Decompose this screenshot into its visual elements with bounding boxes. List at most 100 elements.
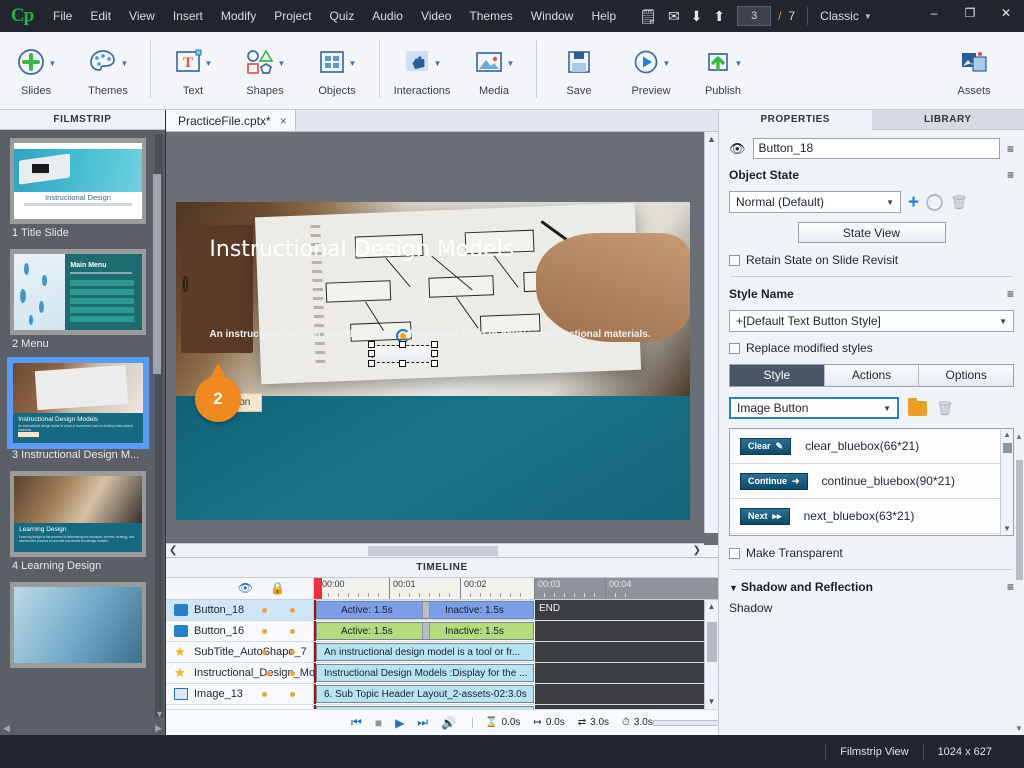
filmstrip-slide-5[interactable]: [10, 582, 155, 668]
table-row[interactable]: Button_16 Active: 1.5s Inactive: 1.5s: [166, 621, 704, 642]
visibility-dot-icon[interactable]: [262, 650, 267, 655]
menu-window[interactable]: Window: [522, 0, 583, 32]
slide-thumbnail[interactable]: Main Menu: [10, 249, 146, 335]
table-row[interactable]: Button_18 Active: 1.5s Inactive: 1.5s EN…: [166, 600, 704, 621]
notes-icon[interactable]: 🗒: [639, 9, 657, 23]
table-row[interactable]: ★ SubTitle_AutoShape_7 An instructional …: [166, 642, 704, 663]
scrollbar-thumb[interactable]: [1016, 460, 1023, 580]
image-button-asset-list[interactable]: Clear ✎ clear_bluebox(66*21) Continue ➜ …: [729, 428, 1014, 536]
chevron-down-icon[interactable]: ▼: [507, 59, 515, 68]
slide-thumbnail[interactable]: Learning Design Learning design is the p…: [10, 471, 146, 557]
visibility-dot-icon[interactable]: [262, 692, 267, 697]
ribbon-button-text[interactable]: T ▼ Text: [157, 36, 229, 97]
lock-dot-icon[interactable]: [290, 629, 295, 634]
document-tab[interactable]: PracticeFile.cptx* ×: [166, 110, 296, 131]
resize-handle-n[interactable]: [399, 341, 406, 348]
menu-audio[interactable]: Audio: [363, 0, 412, 32]
track-lane[interactable]: Active: 1.5s Inactive: 1.5s: [314, 621, 704, 641]
visibility-dot-icon[interactable]: [262, 629, 267, 634]
slide-thumbnail[interactable]: [10, 582, 146, 668]
track-lane[interactable]: 6. Sub Topic Header Layout_2-assets-02:3…: [314, 684, 704, 704]
chevron-down-icon[interactable]: ▼: [121, 59, 129, 68]
track-lane[interactable]: Instructional Design Models :Display for…: [314, 663, 704, 683]
chevron-down-icon[interactable]: ▼: [434, 59, 442, 68]
chevron-down-icon[interactable]: ▼: [883, 404, 891, 413]
options-menu-icon[interactable]: ≡: [1007, 581, 1014, 593]
ribbon-button-interactions[interactable]: ▼ Interactions: [386, 36, 458, 97]
tab-library[interactable]: LIBRARY: [872, 110, 1024, 130]
filmstrip-slide-1[interactable]: Instructional Design 1 Title Slide: [10, 138, 155, 245]
table-row[interactable]: Image_13 6. Sub Topic Header Layout_2-as…: [166, 684, 704, 705]
scroll-up-icon[interactable]: ▲: [1001, 429, 1013, 441]
tab-actions[interactable]: Actions: [825, 365, 920, 386]
menu-help[interactable]: Help: [582, 0, 625, 32]
resize-handle-w[interactable]: [368, 350, 375, 357]
scrollbar-thumb[interactable]: [1003, 443, 1012, 453]
timeline-clip[interactable]: 6. Sub Topic Header Layout_2-assets-02:3…: [316, 685, 534, 703]
timeline-clip[interactable]: An instructional design model is a tool …: [316, 643, 534, 661]
timeline-vertical-scrollbar[interactable]: ▲ ▼: [704, 600, 718, 709]
options-menu-icon[interactable]: ≡: [1007, 143, 1014, 155]
timeline-clip[interactable]: Active: 1.5s Inactive: 1.5s: [316, 601, 534, 619]
scrollbar-thumb[interactable]: [707, 622, 717, 662]
canvas-horizontal-scrollbar[interactable]: ❮ ❯: [166, 543, 704, 557]
ribbon-button-themes[interactable]: ▼ Themes: [72, 36, 144, 97]
chevron-down-icon[interactable]: ▼: [729, 583, 738, 593]
slide-thumbnail[interactable]: Instructional Design: [10, 138, 146, 224]
lock-dot-icon[interactable]: [290, 650, 295, 655]
reset-state-icon[interactable]: [926, 194, 943, 211]
retain-state-checkbox[interactable]: [729, 255, 740, 266]
canvas-vertical-scrollbar[interactable]: ▲: [704, 132, 718, 533]
scrollbar-thumb[interactable]: [153, 174, 161, 374]
visibility-dot-icon[interactable]: [266, 671, 271, 676]
filmstrip-hscrollbar[interactable]: ◀ ▶: [0, 721, 165, 735]
track-lane[interactable]: An instructional design model is a tool …: [314, 642, 704, 662]
track-name-cell[interactable]: ★ Instructional_Design_Mo..: [166, 663, 314, 683]
chevron-down-icon[interactable]: ▼: [735, 59, 743, 68]
clip-split-handle[interactable]: [422, 602, 430, 618]
properties-scrollbar[interactable]: ▲ ▼: [1016, 440, 1023, 733]
ribbon-button-save[interactable]: Save: [543, 36, 615, 97]
tab-options[interactable]: Options: [919, 365, 1013, 386]
track-name-cell[interactable]: ★ SubTitle_AutoShape_7: [166, 642, 314, 662]
lock-dot-icon[interactable]: [290, 692, 295, 697]
retain-state-row[interactable]: Retain State on Slide Revisit: [729, 253, 1014, 267]
ribbon-button-assets[interactable]: Assets: [938, 36, 1010, 97]
filmstrip-list[interactable]: Instructional Design 1 Title Slide: [0, 130, 165, 721]
menu-quiz[interactable]: Quiz: [321, 0, 364, 32]
volume-icon[interactable]: 🔊: [441, 716, 456, 730]
table-row[interactable]: ★ Instructional_Design_Mo.. Instructiona…: [166, 663, 704, 684]
upload-icon[interactable]: ⬆: [713, 9, 725, 23]
replace-styles-checkbox[interactable]: [729, 343, 740, 354]
ribbon-button-objects[interactable]: ▼ Objects: [301, 36, 373, 97]
menu-file[interactable]: File: [44, 0, 81, 32]
timeline-clip[interactable]: Active: 1.5s Inactive: 1.5s: [316, 622, 534, 640]
menu-project[interactable]: Project: [265, 0, 320, 32]
scroll-right-icon[interactable]: ▶: [155, 723, 162, 734]
menu-view[interactable]: View: [120, 0, 164, 32]
filmstrip-scrollbar[interactable]: [155, 134, 163, 717]
scroll-up-icon[interactable]: ▲: [705, 132, 718, 146]
object-name-input[interactable]: Button_18: [753, 138, 1000, 159]
shadow-reflection-header[interactable]: ▼Shadow and Reflection ≡: [729, 580, 1014, 594]
close-button[interactable]: ✕: [988, 0, 1024, 26]
play-icon[interactable]: ▶: [395, 716, 404, 730]
scroll-down-icon[interactable]: ▼: [705, 695, 718, 709]
menu-modify[interactable]: Modify: [212, 0, 265, 32]
track-name-cell[interactable]: Image_13: [166, 684, 314, 704]
forward-end-icon[interactable]: ⏭: [417, 715, 428, 730]
mail-icon[interactable]: ✉: [668, 9, 680, 23]
ribbon-button-shapes[interactable]: ▼ Shapes: [229, 36, 301, 97]
slide-number-input[interactable]: 3: [737, 6, 771, 26]
add-state-button[interactable]: +: [908, 193, 919, 212]
slide-subtitle[interactable]: An instructional design model is a tool …: [209, 329, 650, 340]
timeline-track-list[interactable]: Button_18 Active: 1.5s Inactive: 1.5s EN…: [166, 600, 704, 709]
track-name-cell[interactable]: Button_16: [166, 621, 314, 641]
scrollbar-thumb[interactable]: [368, 546, 498, 556]
menu-themes[interactable]: Themes: [460, 0, 521, 32]
ribbon-button-preview[interactable]: ▼ Preview: [615, 36, 687, 97]
scroll-up-icon[interactable]: ▲: [1015, 432, 1023, 441]
resize-handle-se[interactable]: [431, 360, 438, 367]
chevron-down-icon[interactable]: ▼: [349, 59, 357, 68]
scroll-left-icon[interactable]: ◀: [3, 723, 10, 734]
